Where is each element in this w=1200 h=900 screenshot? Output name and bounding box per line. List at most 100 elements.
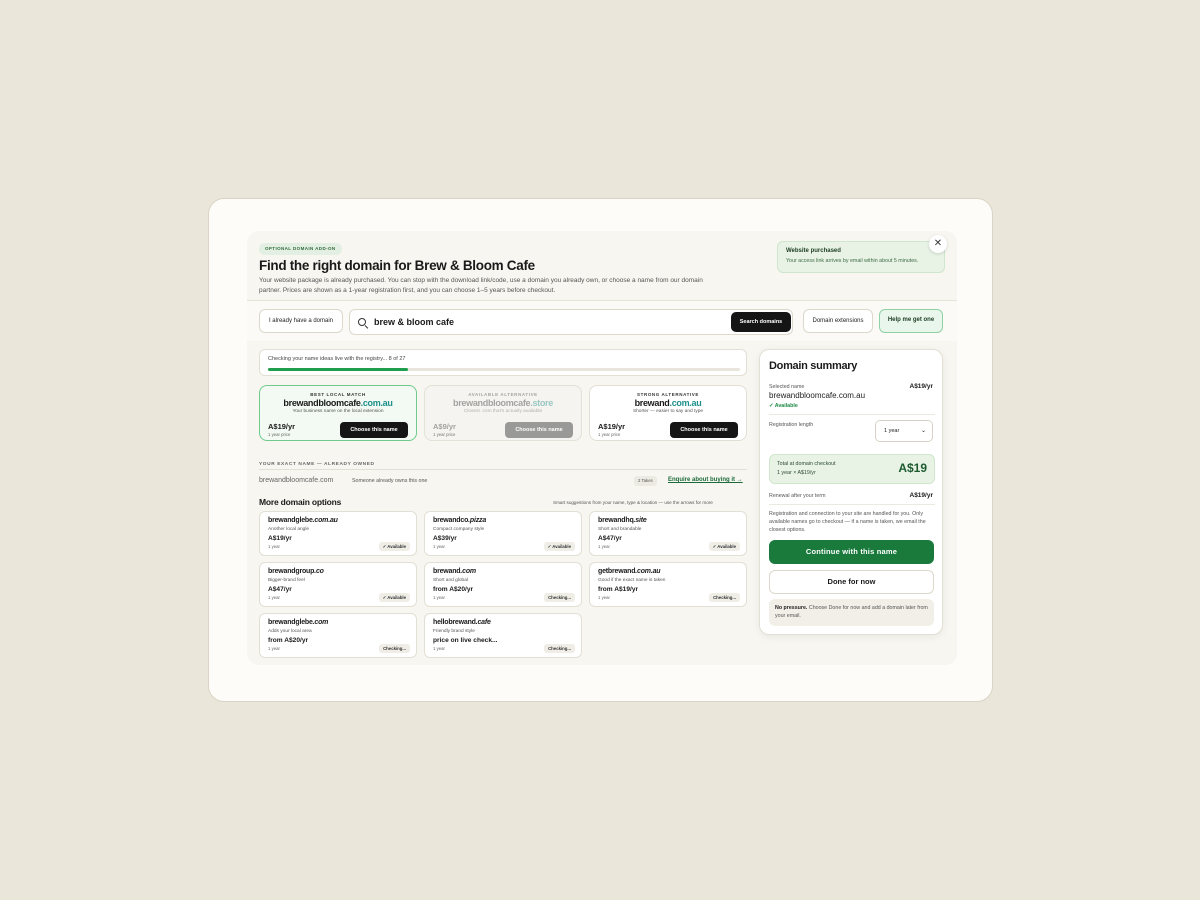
option-subtitle: Adds your local area [268,629,312,634]
progress-label: Checking your name ideas live with the r… [268,356,388,362]
choose-name-button[interactable]: Choose this name [505,422,573,438]
page-title: Find the right domain for Brew & Bloom C… [259,258,535,273]
choose-name-button[interactable]: Choose this name [340,422,408,438]
featured-card-alternative[interactable]: AVAILABLE ALTERNATIVE brewandbloomcafe.s… [424,385,582,441]
toast-title: Website purchased [786,248,841,254]
card-term: 1 year price [433,432,456,437]
domain-panel: OPTIONAL DOMAIN ADD-ON Find the right do… [247,231,957,665]
domain-name: brewandglebe.com.au [268,517,338,524]
more-options-title: More domain options [259,497,342,507]
option-subtitle: Another local angle [268,527,310,532]
option-price: A$47/yr [598,535,622,542]
owned-domain-name: brewandbloomcafe.com [259,477,334,484]
domain-option-card[interactable]: brewandglebe.com.au Another local angle … [259,511,417,556]
domain-option-card[interactable]: getbrewand.com.au Good if the exact name… [589,562,747,607]
domain-name: brewandco.pizza [433,517,487,524]
option-subtitle: Good if the exact name is taken [598,578,666,583]
owned-tag: 2 Takes [634,476,657,486]
page-subtitle: Your website package is already purchase… [259,277,703,294]
search-icon [358,318,366,326]
option-subtitle: Compact company style [433,527,485,532]
option-price: price on live check... [433,637,498,644]
option-subtitle: Short and global [433,578,468,583]
divider [259,469,747,470]
domain-option-card[interactable]: brewandglebe.com Adds your local area fr… [259,613,417,658]
domain-option-card[interactable]: brewandco.pizza Compact company style A$… [424,511,582,556]
have-domain-button[interactable]: I already have a domain [259,309,343,333]
featured-card-strong[interactable]: STRONG ALTERNATIVE brewand.com.au Shorte… [589,385,747,441]
selected-label: Selected name [769,384,805,390]
modal-card: OPTIONAL DOMAIN ADD-ON Find the right do… [208,198,993,702]
domain-name: brewand.com.au [634,398,702,408]
option-subtitle: Short and brandable [598,527,642,532]
card-price: A$19/yr [268,422,296,431]
option-price: A$19/yr [268,535,292,542]
status-badge: Checking... [544,593,575,602]
option-term: 1 year [598,544,610,549]
done-for-now-button[interactable]: Done for now [769,570,934,594]
status-badge: ✓ Available [708,542,740,551]
status-badge: Checking... [379,644,410,653]
search-input[interactable]: brew & bloom cafe [349,309,793,335]
domain-option-card[interactable]: hellobrewand.cafe Friendly brand style p… [424,613,582,658]
status-badge: Checking... [544,644,575,653]
option-price: from A$20/yr [268,637,309,644]
domain-option-card[interactable]: brewand.com Short and global from A$20/y… [424,562,582,607]
domain-option-card[interactable]: brewandgroup.co Bigger-brand feel A$47/y… [259,562,417,607]
card-kicker: BEST LOCAL MATCH [310,392,366,397]
no-pressure-note: No pressure. Choose Done for now and add… [769,599,934,626]
renewal-price: A$19/yr [909,492,934,499]
option-term: 1 year [268,595,280,600]
selected-name: brewandbloomcafe.com.au [769,391,866,400]
card-kicker: STRONG ALTERNATIVE [637,392,699,397]
length-value: 1 year [884,428,900,434]
option-price: from A$19/yr [598,586,639,593]
option-term: 1 year [598,595,610,600]
card-price: A$9/yr [433,422,456,431]
divider [769,414,935,415]
selected-price: A$19/yr [909,383,934,390]
total-amount: A$19 [898,461,927,475]
card-description: Your business name on the local extensio… [292,409,384,414]
card-price: A$19/yr [598,422,626,431]
choose-name-button[interactable]: Choose this name [670,422,738,438]
domain-name: brewandbloomcafe.store [453,398,553,408]
help-me-get-one-button[interactable]: Help me get one [879,309,943,333]
search-query: brew & bloom cafe [374,317,455,327]
owned-domain-row: brewandbloomcafe.com Someone already own… [259,474,747,488]
option-term: 1 year [433,544,445,549]
purchase-toast: Website purchased Your access link arriv… [777,241,945,273]
featured-card-best[interactable]: BEST LOCAL MATCH brewandbloomcafe.com.au… [259,385,417,441]
option-term: 1 year [433,646,445,651]
domain-name: brewand.com [433,568,476,575]
renewal-label: Renewal after your term [769,493,826,499]
option-price: A$39/yr [433,535,457,542]
length-label: Registration length [769,422,814,428]
status-badge: Checking... [709,593,740,602]
option-price: A$47/yr [268,586,292,593]
continue-button[interactable]: Continue with this name [769,540,934,564]
domain-option-card[interactable]: brewandhq.site Short and brandable A$47/… [589,511,747,556]
option-price: from A$20/yr [433,586,474,593]
registration-length-select[interactable]: 1 year ⌄ [875,420,933,442]
more-options-hint: Smart suggestions from your name, type &… [553,500,713,505]
chevron-down-icon: ⌄ [920,428,926,434]
available-status: ✓ Available [769,403,798,409]
status-badge: ✓ Available [378,593,410,602]
domain-name: brewandhq.site [598,517,647,524]
domain-name: brewandglebe.com [268,619,329,626]
divider [769,504,935,505]
close-icon[interactable]: ✕ [929,235,947,253]
option-subtitle: Friendly brand style [433,629,475,634]
card-description: Closest .com that's actually available [463,409,543,414]
card-term: 1 year price [268,432,291,437]
enquire-link[interactable]: Enquire about buying it → [668,477,743,483]
search-domains-button[interactable]: Search domains [731,312,791,332]
domain-name: brewandgroup.co [268,568,324,575]
domain-extensions-button[interactable]: Domain extensions [803,309,873,333]
domain-name: brewandbloomcafe.com.au [283,398,393,408]
summary-note: Registration and connection to your site… [769,511,926,533]
status-badge: ✓ Available [378,542,410,551]
progress-track [268,368,740,371]
status-badge: ✓ Available [543,542,575,551]
